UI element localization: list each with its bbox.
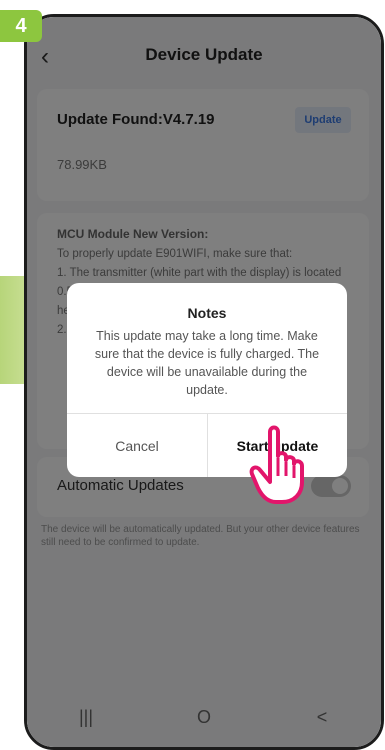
phone-frame: ‹ Device Update Update Found:V4.7.19 Upd… bbox=[24, 14, 384, 750]
pointer-hand-icon bbox=[249, 425, 304, 504]
dialog-title: Notes bbox=[187, 305, 227, 321]
cancel-button[interactable]: Cancel bbox=[67, 414, 207, 477]
dialog-message: This update may take a long time. Make s… bbox=[94, 329, 320, 397]
step-badge: 4 bbox=[0, 10, 42, 42]
